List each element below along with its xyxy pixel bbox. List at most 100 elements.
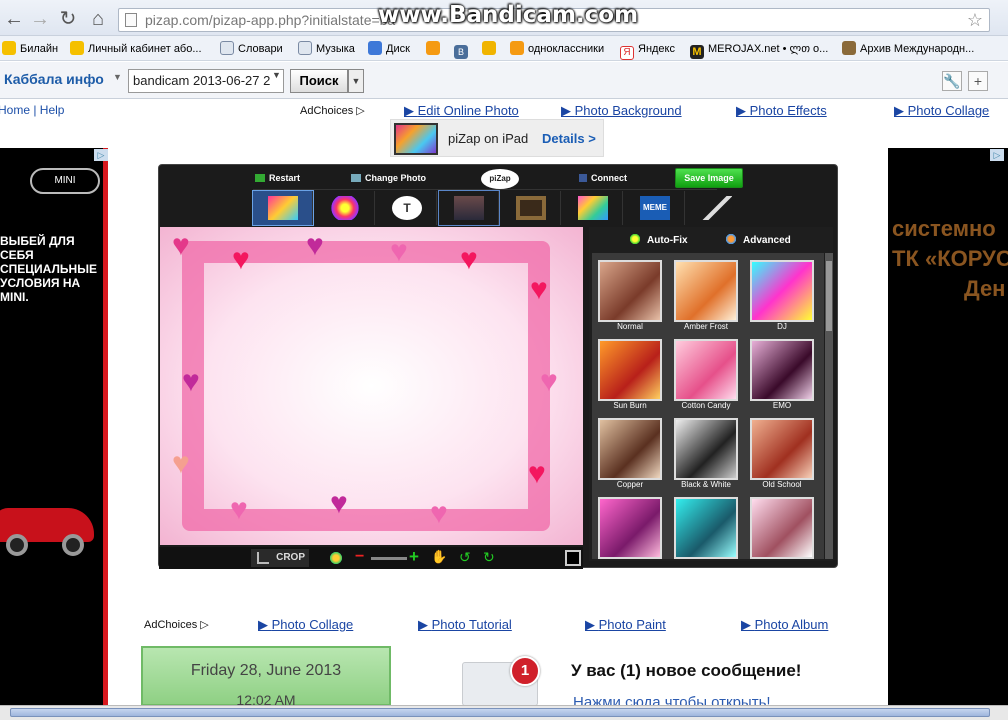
bookmark[interactable]: Личный кабинет або... — [70, 41, 202, 57]
link-photo-album[interactable]: ▶ Photo Album — [741, 617, 828, 633]
tool-cutout[interactable] — [438, 190, 500, 226]
bookmark[interactable]: Музыка — [298, 41, 355, 57]
scroll-thumb[interactable] — [10, 708, 990, 717]
color-swatch[interactable] — [565, 550, 581, 566]
page-icon — [125, 13, 137, 27]
zoom-in-icon[interactable]: + — [409, 547, 419, 567]
page-icon — [298, 41, 312, 55]
effects-grid: Normal Amber Frost DJ Sun Burn Cotton Ca… — [592, 253, 824, 559]
effect-thumbnail-partial[interactable] — [592, 490, 668, 559]
effect-normal[interactable]: Normal — [592, 253, 668, 332]
change-photo-button[interactable]: Change Photo — [351, 173, 426, 183]
rotate-right-icon[interactable]: ↻ — [483, 549, 495, 566]
tool-stickers[interactable] — [315, 191, 375, 225]
search-input[interactable]: bandicam 2013-06-27 2 — [128, 69, 284, 93]
bookmark[interactable]: Я Яндекс — [620, 41, 675, 60]
wrench-icon[interactable]: 🔧 — [942, 71, 962, 91]
effect-emo[interactable]: EMO — [744, 332, 820, 411]
home-help-links[interactable]: Home | Help — [0, 103, 64, 117]
effect-old-school[interactable]: Old School — [744, 411, 820, 490]
star-icon[interactable]: ☆ — [967, 9, 983, 31]
effect-thumbnail-partial[interactable] — [744, 490, 820, 559]
rotate-left-icon[interactable]: ↺ — [459, 549, 471, 566]
message-link[interactable]: Нажми сюда чтобы открыть! — [573, 694, 771, 705]
mini-logo: MINI — [30, 168, 100, 194]
beeline-icon — [2, 41, 16, 55]
heart-decoration: ♥ — [232, 243, 250, 276]
bookmark[interactable]: Билайн — [2, 41, 58, 57]
toolbar-brand[interactable]: Каббала инфо — [4, 71, 104, 87]
adchoices-icon[interactable]: ▷ — [990, 149, 1004, 161]
link-photo-background[interactable]: ▶ Photo Background — [561, 103, 682, 119]
restart-button[interactable]: Restart — [255, 173, 300, 183]
plus-icon[interactable]: + — [968, 71, 988, 91]
bookmarks-bar: Билайн Личный кабинет або... Словари Муз… — [0, 36, 1008, 61]
hand-icon[interactable]: ✋ — [431, 549, 447, 565]
autofix-button[interactable]: Auto-Fix — [629, 233, 688, 246]
adchoices-label[interactable]: AdChoices ▷ — [300, 104, 365, 117]
link-photo-paint[interactable]: ▶ Photo Paint — [585, 617, 666, 633]
pizap-logo: piZap — [481, 169, 519, 189]
heart-frame — [182, 241, 550, 531]
bookmark[interactable]: Диск — [368, 41, 410, 57]
forward-icon[interactable]: → — [28, 7, 52, 31]
bookmark[interactable] — [426, 41, 444, 57]
tool-effects[interactable] — [252, 190, 314, 226]
horizontal-scrollbar[interactable] — [0, 705, 1008, 720]
link-photo-collage-bottom[interactable]: ▶ Photo Collage — [258, 617, 353, 633]
link-photo-collage[interactable]: ▶ Photo Collage — [894, 103, 989, 119]
effect-amber-frost[interactable]: Amber Frost — [668, 253, 744, 332]
facebook-icon — [579, 174, 587, 182]
effect-black-white[interactable]: Black & White — [668, 411, 744, 490]
bookmark[interactable]: Словари — [220, 41, 283, 57]
bookmark[interactable]: В — [454, 41, 472, 59]
effect-cotton-candy[interactable]: Cotton Candy — [668, 332, 744, 411]
adchoices-icon[interactable]: ▷ — [94, 149, 108, 161]
link-photo-effects[interactable]: ▶ Photo Effects — [736, 103, 827, 119]
effect-copper[interactable]: Copper — [592, 411, 668, 490]
effect-thumbnail — [750, 497, 814, 559]
scroll-thumb[interactable] — [826, 261, 832, 331]
bookmark[interactable]: Архив Международн... — [842, 41, 974, 57]
chevron-down-icon[interactable]: ▼ — [113, 72, 122, 82]
tool-text[interactable]: T — [377, 191, 437, 225]
chevron-down-icon[interactable]: ▼ — [348, 69, 364, 93]
home-icon[interactable]: ⌂ — [86, 7, 110, 31]
back-icon[interactable]: ← — [2, 7, 26, 31]
effects-scrollbar[interactable] — [825, 253, 833, 559]
adchoices-label[interactable]: AdChoices ▷ — [144, 618, 209, 631]
effect-dj[interactable]: DJ — [744, 253, 820, 332]
vk-icon: В — [454, 45, 468, 59]
effect-thumbnail-partial[interactable] — [668, 490, 744, 559]
color-icon[interactable] — [329, 551, 343, 565]
reload-icon[interactable]: ↻ — [56, 7, 80, 31]
ipad-details-link[interactable]: Details > — [542, 131, 596, 146]
connect-button[interactable]: Connect — [579, 173, 627, 183]
effect-sun-burn[interactable]: Sun Burn — [592, 332, 668, 411]
bookmark[interactable]: одноклассники — [510, 41, 604, 57]
crop-button[interactable]: CROP — [251, 549, 309, 567]
wheel — [62, 534, 84, 556]
bookmark[interactable] — [482, 41, 500, 57]
zoom-slider[interactable] — [371, 557, 407, 560]
chevron-down-icon[interactable]: ▼ — [272, 70, 281, 80]
restart-icon — [255, 174, 265, 182]
link-photo-tutorial[interactable]: ▶ Photo Tutorial — [418, 617, 512, 633]
advanced-button[interactable]: Advanced — [725, 233, 791, 246]
zoom-out-icon[interactable]: − — [355, 548, 364, 566]
tool-frames[interactable] — [501, 191, 561, 225]
ipad-banner[interactable]: piZap on iPad Details > — [390, 119, 604, 157]
tool-meme[interactable]: MEME — [625, 191, 685, 225]
left-ad[interactable]: MINI ВЫБЕЙ ДЛЯ СЕБЯ СПЕЦИАЛЬНЫЕ УСЛОВИЯ … — [0, 148, 108, 705]
heart-decoration: ♥ — [172, 447, 190, 480]
bookmark[interactable]: M MEROJAX.net • ლთ о... — [690, 41, 828, 59]
tool-paint[interactable] — [687, 191, 747, 225]
link-edit-online-photo[interactable]: ▶ Edit Online Photo — [404, 103, 519, 119]
save-image-button[interactable]: Save Image — [675, 168, 743, 188]
photo-canvas[interactable]: ♥ ♥ ♥ ♥ ♥ ♥ ♥ ♥ ♥ ♥ ♥ ♥ ♥ — [160, 227, 583, 545]
tool-collage[interactable] — [563, 191, 623, 225]
meme-icon: MEME — [640, 196, 670, 220]
right-ad[interactable]: системно ТК «КОРУС Ден — [888, 148, 1008, 705]
page-icon — [220, 41, 234, 55]
search-button[interactable]: Поиск — [290, 69, 348, 93]
